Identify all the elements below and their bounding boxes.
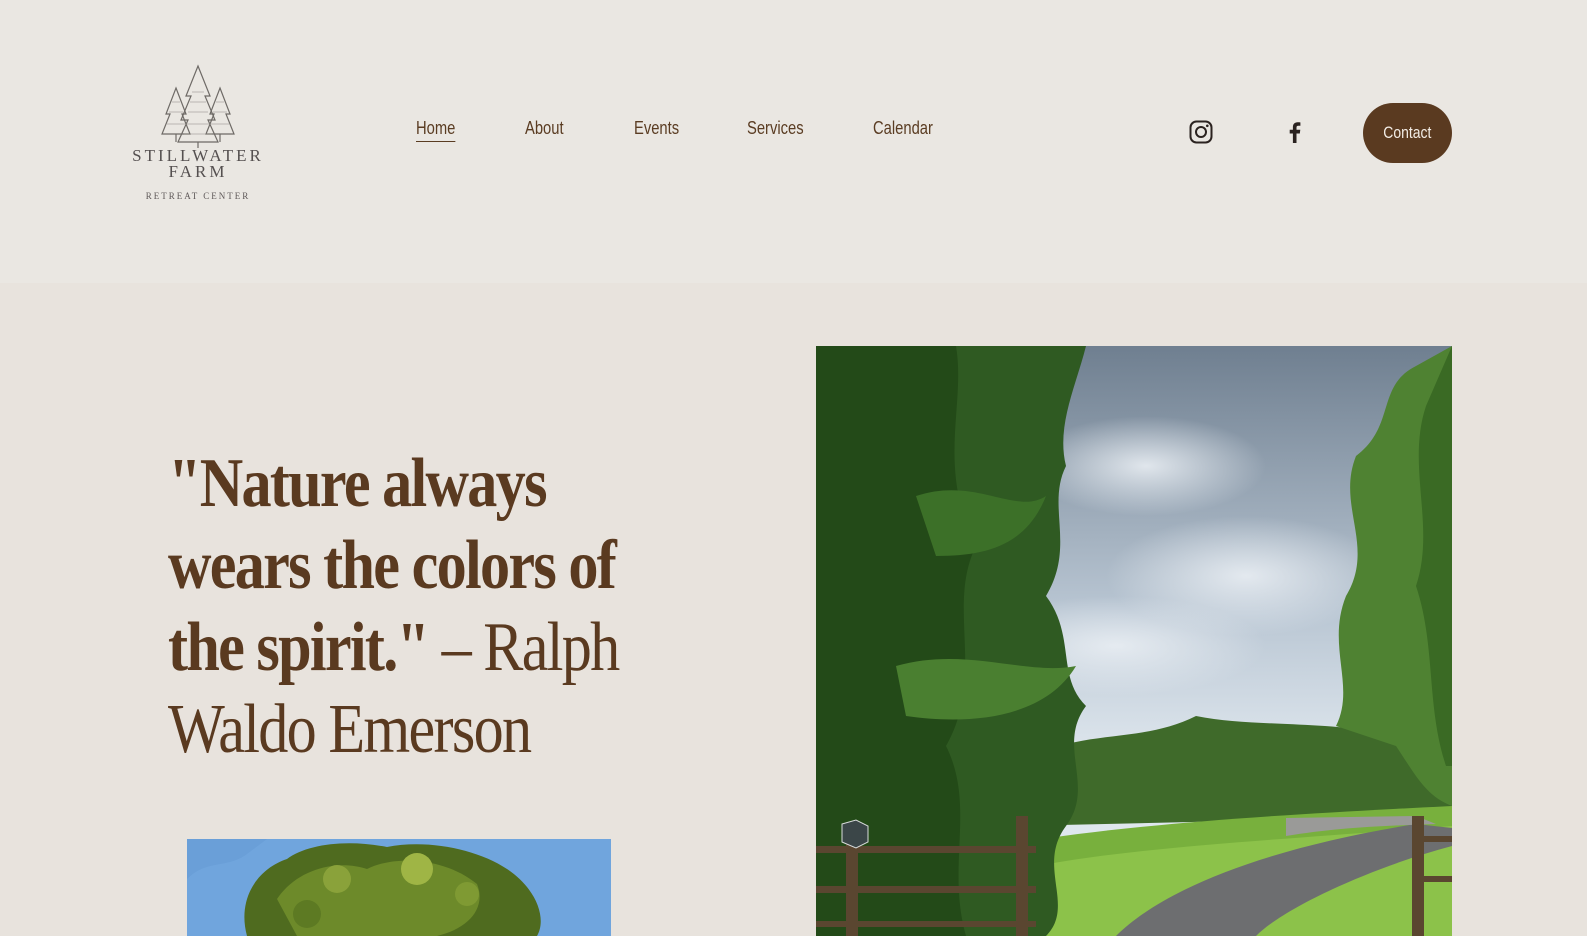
- nav-item-events[interactable]: Events: [634, 118, 679, 139]
- brand-name-line2: FARM: [168, 162, 228, 181]
- nav-item-about[interactable]: About: [525, 118, 564, 139]
- hero-quote: "Nature always wears the colors of the s…: [168, 443, 688, 771]
- contact-button-label: Contact: [1383, 123, 1432, 142]
- nav-item-home[interactable]: Home: [416, 118, 456, 142]
- contact-button[interactable]: Contact: [1363, 103, 1452, 163]
- brand-tagline: RETREAT CENTER: [145, 191, 251, 201]
- pine-trees-icon: [161, 64, 235, 148]
- tree-canopy-photo: [187, 839, 611, 936]
- facebook-icon[interactable]: [1282, 119, 1308, 145]
- farm-driveway-photo: [816, 346, 1452, 936]
- instagram-icon[interactable]: [1188, 119, 1214, 145]
- site-header: STILLWATER FARM RETREAT CENTER Home Abou…: [0, 0, 1587, 283]
- nav-item-calendar[interactable]: Calendar: [873, 118, 933, 139]
- nav-item-services[interactable]: Services: [747, 118, 804, 139]
- logo[interactable]: STILLWATER FARM RETREAT CENTER: [128, 62, 268, 212]
